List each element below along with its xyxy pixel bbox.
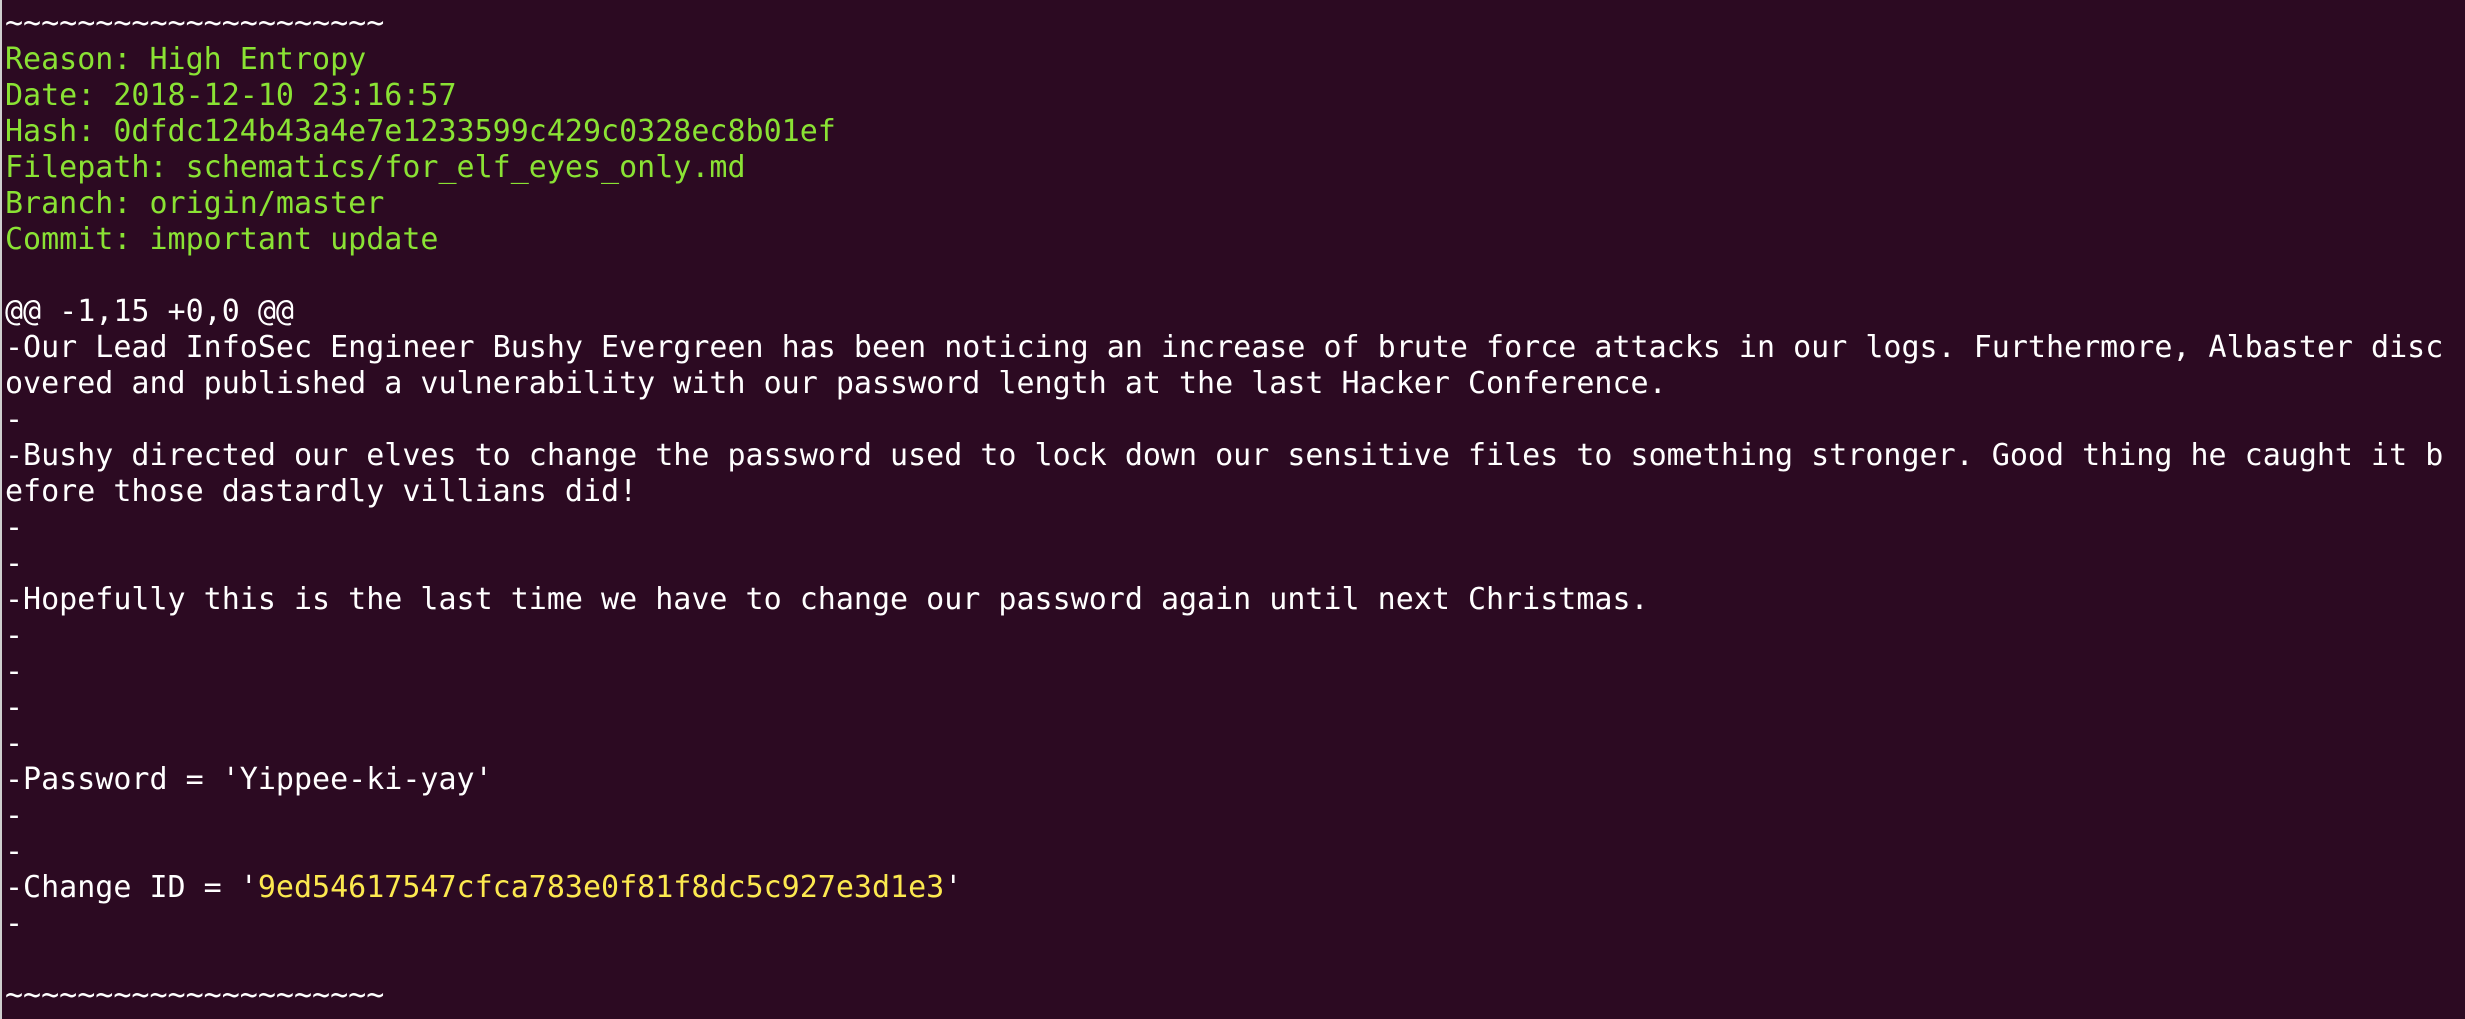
filepath-line: Filepath: schematics/for_elf_eyes_only.m… <box>5 150 746 185</box>
diff-line: -Hopefully this is the last time we have… <box>5 582 1649 617</box>
diff-hunk-header: @@ -1,15 +0,0 @@ <box>5 294 294 329</box>
change-id-line: -Change ID = '9ed54617547cfca783e0f81f8d… <box>5 870 2465 906</box>
diff-line: - <box>5 618 24 653</box>
diff-line: -Bushy directed our elves to change the … <box>5 438 2444 473</box>
diff-line: - <box>5 690 24 725</box>
diff-line: - <box>5 798 24 833</box>
reason-line: Reason: High Entropy <box>5 42 367 77</box>
diff-line: - <box>5 906 24 941</box>
diff-line: -Our Lead InfoSec Engineer Bushy Evergre… <box>5 330 2444 365</box>
hash-line: Hash: 0dfdc124b43a4e7e1233599c429c0328ec… <box>5 114 836 149</box>
diff-line: overed and published a vulnerability wit… <box>5 366 1667 401</box>
bottom-divider: ~~~~~~~~~~~~~~~~~~~~~ <box>5 978 385 1013</box>
branch-line: Branch: origin/master <box>5 186 385 221</box>
diff-line: - <box>5 726 24 761</box>
diff-line: - <box>5 834 24 869</box>
change-id-value: 9ed54617547cfca783e0f81f8dc5c927e3d1e3 <box>257 870 945 905</box>
diff-line: efore those dastardly villians did! <box>5 474 638 509</box>
diff-line: - <box>5 402 24 437</box>
diff-line: - <box>5 510 24 545</box>
diff-line: - <box>5 654 24 689</box>
change-id-suffix: ' <box>944 870 963 905</box>
terminal-window[interactable]: ~~~~~~~~~~~~~~~~~~~~~ Reason: High Entro… <box>0 0 2465 1019</box>
commit-line: Commit: important update <box>5 222 439 257</box>
password-line: -Password = 'Yippee-ki-yay' <box>5 762 493 797</box>
change-id-prefix: -Change ID = ' <box>5 870 258 905</box>
top-divider: ~~~~~~~~~~~~~~~~~~~~~ <box>5 6 385 41</box>
diff-line: - <box>5 546 24 581</box>
date-line: Date: 2018-12-10 23:16:57 <box>5 78 457 113</box>
